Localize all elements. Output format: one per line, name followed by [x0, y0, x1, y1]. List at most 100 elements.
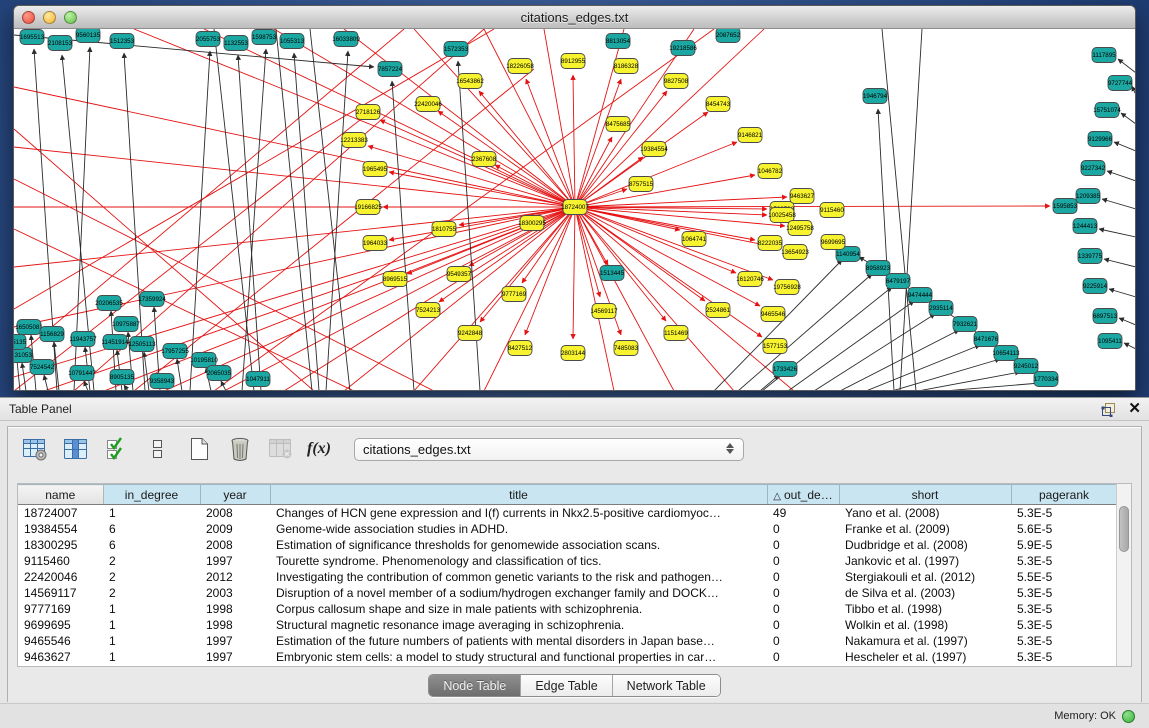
column-header-title[interactable]: title — [270, 485, 767, 505]
graph-edge[interactable] — [575, 29, 764, 207]
graph-node[interactable]: 1047911 — [246, 372, 270, 387]
graph-edge[interactable] — [276, 29, 312, 390]
graph-node[interactable]: 9777169 — [502, 287, 527, 302]
graph-edge[interactable] — [575, 206, 1050, 207]
cell-title[interactable]: Disruption of a novel member of a sodium… — [270, 585, 767, 601]
graph-edge[interactable] — [575, 207, 600, 297]
graph-node[interactable]: 1946794 — [863, 89, 888, 104]
cell-year[interactable]: 1997 — [200, 633, 270, 649]
graph-edge[interactable] — [575, 207, 780, 248]
graph-node[interactable]: 8454743 — [706, 97, 731, 112]
graph-edge[interactable] — [44, 375, 48, 390]
cell-out_de[interactable]: 0 — [767, 649, 839, 665]
graph-edge[interactable] — [866, 345, 980, 390]
graph-edge[interactable] — [1124, 343, 1135, 349]
graph-node[interactable]: 2524861 — [706, 303, 731, 318]
cell-in_degree[interactable]: 6 — [103, 537, 200, 553]
graph-node[interactable]: 16543862 — [456, 74, 484, 89]
graph-node[interactable]: 2108153 — [48, 36, 73, 51]
cell-pagerank[interactable]: 5.3E-5 — [1011, 649, 1117, 665]
graph-node[interactable]: 16505081 — [15, 320, 43, 335]
graph-edge[interactable] — [575, 79, 621, 207]
graph-node[interactable]: 1046782 — [758, 164, 783, 179]
graph-edge[interactable] — [1104, 259, 1135, 267]
graph-node[interactable]: 10791447 — [68, 366, 96, 381]
graph-node[interactable]: 18724007 — [561, 200, 589, 215]
cell-in_degree[interactable]: 1 — [103, 633, 200, 649]
graph-node[interactable]: 8958923 — [866, 261, 891, 276]
graph-node[interactable]: 19166825 — [354, 200, 382, 215]
cell-name[interactable]: 9465546 — [18, 633, 103, 649]
graph-node[interactable]: 12505113 — [128, 337, 156, 352]
graph-node[interactable]: 1572353 — [444, 42, 469, 57]
cell-pagerank[interactable]: 5.3E-5 — [1011, 633, 1117, 649]
graph-node[interactable]: 9465546 — [761, 307, 786, 322]
graph-node[interactable]: 8475685 — [606, 117, 631, 132]
graph-node[interactable]: 9245012 — [1014, 359, 1039, 374]
graph-edge[interactable] — [484, 207, 575, 390]
cell-short[interactable]: Dudbridge et al. (2008) — [839, 537, 1011, 553]
graph-node[interactable]: 1598753 — [252, 30, 277, 45]
table-row[interactable]: 1456911722003Disruption of a novel membe… — [18, 585, 1117, 601]
graph-edge[interactable] — [878, 109, 894, 390]
graph-edge[interactable] — [214, 29, 254, 390]
window-titlebar[interactable]: citations_edges.txt — [14, 6, 1135, 29]
graph-node[interactable]: 6897513 — [1093, 309, 1118, 324]
graph-node[interactable]: 13654923 — [781, 245, 809, 260]
cell-short[interactable]: Jankovic et al. (1997) — [839, 553, 1011, 569]
cell-out_de[interactable]: 0 — [767, 537, 839, 553]
cell-in_degree[interactable]: 2 — [103, 553, 200, 569]
graph-edge[interactable] — [944, 383, 1040, 390]
graph-node[interactable]: 8222035 — [758, 236, 783, 251]
graph-edge[interactable] — [1132, 86, 1135, 95]
graph-node[interactable]: 8471676 — [974, 332, 999, 347]
cell-title[interactable]: Tourette syndrome. Phenomenology and cla… — [270, 553, 767, 569]
tab-node-table[interactable]: Node Table — [429, 675, 521, 696]
graph-node[interactable]: 16120746 — [736, 272, 764, 287]
graph-node[interactable]: 2935114 — [929, 301, 953, 316]
graph-node[interactable]: 1117895 — [1092, 48, 1116, 63]
graph-edge[interactable] — [738, 274, 872, 390]
graph-node[interactable]: 2065035 — [207, 366, 232, 381]
graph-node[interactable]: 19756928 — [773, 280, 801, 295]
table-row[interactable]: 1938455462009Genome-wide association stu… — [18, 521, 1117, 537]
graph-node[interactable]: 17957255 — [161, 344, 189, 359]
graph-node[interactable]: 6479197 — [886, 274, 911, 289]
graph-edge[interactable] — [575, 175, 755, 207]
cell-name[interactable]: 19384554 — [18, 521, 103, 537]
graph-edge[interactable] — [1099, 229, 1135, 237]
cell-pagerank[interactable]: 5.3E-5 — [1011, 505, 1117, 521]
graph-node[interactable]: 14569117 — [590, 304, 618, 319]
graph-edge[interactable] — [190, 51, 210, 390]
cell-pagerank[interactable]: 5.3E-5 — [1011, 553, 1117, 569]
network-window[interactable]: citations_edges.txt 16955132108153956013… — [13, 5, 1136, 391]
cell-name[interactable]: 9699695 — [18, 617, 103, 633]
graph-node[interactable]: 8969515 — [383, 272, 408, 287]
graph-node[interactable]: 1209385 — [1076, 189, 1101, 204]
graph-edge[interactable] — [1102, 199, 1135, 209]
graph-node[interactable]: 7524542 — [30, 360, 55, 375]
graph-node[interactable]: 16033809 — [332, 32, 360, 47]
graph-edge[interactable] — [840, 330, 959, 390]
graph-node[interactable]: 7485083 — [614, 341, 639, 356]
cell-out_de[interactable]: 0 — [767, 601, 839, 617]
cell-name[interactable]: 14569117 — [18, 585, 103, 601]
graph-node[interactable]: 1965495 — [363, 162, 388, 177]
graph-node[interactable]: 7524213 — [416, 303, 441, 318]
float-panel-icon[interactable] — [1101, 402, 1116, 417]
delete-table-icon[interactable] — [225, 434, 255, 464]
cell-title[interactable]: Changes of HCN gene expression and I(f) … — [270, 505, 767, 521]
cell-year[interactable]: 2012 — [200, 569, 270, 585]
graph-node[interactable]: 9225914 — [1083, 279, 1108, 294]
graph-edge[interactable] — [414, 29, 575, 207]
graph-node[interactable]: 1513445 — [600, 266, 625, 281]
graph-edge[interactable] — [760, 375, 779, 390]
graph-node[interactable]: 1577153 — [763, 339, 788, 354]
cell-short[interactable]: Yano et al. (2008) — [839, 505, 1011, 521]
graph-node[interactable]: 8186328 — [614, 59, 639, 74]
graph-node[interactable]: 9358943 — [150, 374, 175, 389]
table-row[interactable]: 946554611997Estimation of the future num… — [18, 633, 1117, 649]
cell-in_degree[interactable]: 1 — [103, 617, 200, 633]
graph-node[interactable]: 1595853 — [1053, 199, 1078, 214]
graph-node[interactable]: 12213383 — [340, 133, 368, 148]
